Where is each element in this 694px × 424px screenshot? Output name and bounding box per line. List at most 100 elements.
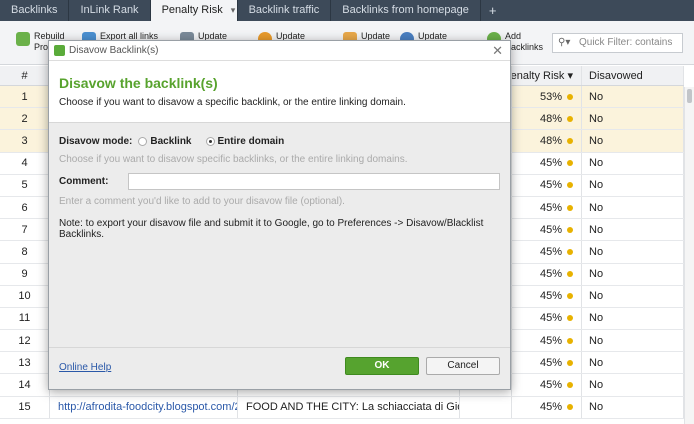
- risk-value: 53%: [539, 90, 562, 103]
- cell-num: 15: [0, 396, 50, 418]
- disavow-dialog: Disavow Backlink(s) ✕ Disavow the backli…: [48, 40, 511, 390]
- cell-disavowed: No: [582, 330, 684, 352]
- chevron-down-icon[interactable]: ▾: [231, 5, 236, 15]
- cell-url[interactable]: http://afrodita-foodcity.blogspot.com/20…: [50, 396, 238, 418]
- risk-dot-icon: [567, 359, 573, 366]
- quick-filter-input[interactable]: ⚲▾ Quick Filter: contains: [552, 33, 683, 53]
- cell-penalty-risk: 45%: [512, 196, 582, 219]
- comment-row: Comment:: [59, 173, 500, 190]
- tab-backlinks[interactable]: Backlinks: [0, 0, 70, 21]
- risk-dot-icon: [567, 337, 573, 344]
- online-help-link[interactable]: Online Help: [59, 362, 111, 373]
- risk-value: 45%: [539, 245, 562, 258]
- risk-value: 45%: [539, 401, 562, 414]
- vertical-scrollbar[interactable]: [684, 87, 694, 424]
- header-num[interactable]: #: [0, 66, 50, 85]
- cell-disavowed: No: [582, 108, 684, 130]
- dialog-heading: Disavow the backlink(s): [59, 75, 218, 91]
- cell-num: 3: [0, 130, 50, 152]
- cell-disavowed: No: [582, 263, 684, 285]
- cell-num: 9: [0, 263, 50, 285]
- risk-value: 45%: [539, 179, 562, 192]
- cell-penalty-risk: 45%: [512, 219, 582, 241]
- cell-penalty-risk: 45%: [512, 152, 582, 174]
- cell-num: 5: [0, 174, 50, 196]
- cell-penalty-risk: 45%: [512, 352, 582, 374]
- cell-disavowed: No: [582, 285, 684, 307]
- cell-penalty-risk: 45%: [512, 330, 582, 352]
- cancel-button[interactable]: Cancel: [426, 357, 500, 375]
- risk-dot-icon: [567, 293, 573, 300]
- radio-backlink[interactable]: [138, 136, 148, 146]
- mode-hint: Choose if you want to disavow specific b…: [59, 154, 408, 165]
- risk-value: 45%: [539, 157, 562, 170]
- cell-mid: [460, 396, 512, 418]
- ok-button[interactable]: OK: [345, 357, 419, 375]
- cell-disavowed: No: [582, 396, 684, 418]
- scrollbar-thumb[interactable]: [687, 89, 692, 103]
- cell-num: 14: [0, 374, 50, 396]
- cell-disavowed: No: [582, 196, 684, 219]
- radio-backlink-label[interactable]: Backlink: [150, 136, 191, 147]
- tab-backlink-traffic[interactable]: Backlink traffic: [238, 0, 332, 21]
- cell-disavowed: No: [582, 174, 684, 196]
- app-icon: [54, 45, 65, 56]
- risk-dot-icon: [567, 315, 573, 322]
- risk-dot-icon: [567, 93, 573, 100]
- risk-value: 45%: [539, 312, 562, 325]
- cell-num: 4: [0, 152, 50, 174]
- comment-label: Comment:: [59, 176, 109, 187]
- cell-disavowed: No: [582, 307, 684, 330]
- cell-disavowed: No: [582, 219, 684, 241]
- risk-dot-icon: [567, 404, 573, 411]
- tab-penalty-risk-label: Penalty Risk: [161, 4, 223, 16]
- quick-filter-placeholder: Quick Filter: contains: [579, 37, 673, 48]
- dialog-body: Disavow mode: Backlink Entire domain Cho…: [49, 123, 510, 240]
- tab-bar: Backlinks InLink Rank Penalty Risk ▾ Back…: [0, 0, 694, 21]
- tab-backlinks-from-homepage[interactable]: Backlinks from homepage: [331, 0, 481, 21]
- risk-dot-icon: [567, 137, 573, 144]
- cell-disavowed: No: [582, 152, 684, 174]
- tab-inlink-rank[interactable]: InLink Rank: [69, 0, 151, 21]
- disavow-mode-row: Disavow mode: Backlink Entire domain: [59, 134, 500, 148]
- header-disavowed[interactable]: Disavowed: [582, 66, 684, 85]
- risk-dot-icon: [567, 248, 573, 255]
- risk-dot-icon: [567, 160, 573, 167]
- risk-dot-icon: [567, 382, 573, 389]
- cell-num: 10: [0, 285, 50, 307]
- cell-num: 12: [0, 330, 50, 352]
- add-tab-icon[interactable]: +: [481, 0, 505, 21]
- cell-disavowed: No: [582, 352, 684, 374]
- header-penalty-risk[interactable]: Penalty Risk ▾: [512, 66, 582, 85]
- cell-penalty-risk: 53%: [512, 86, 582, 108]
- cell-penalty-risk: 45%: [512, 285, 582, 307]
- cell-penalty-risk: 45%: [512, 307, 582, 330]
- risk-value: 48%: [539, 134, 562, 147]
- radio-entire-domain-label[interactable]: Entire domain: [218, 136, 285, 147]
- risk-value: 45%: [539, 201, 562, 214]
- dialog-description: Choose if you want to disavow a specific…: [59, 97, 406, 108]
- risk-dot-icon: [567, 226, 573, 233]
- disavow-mode-label: Disavow mode:: [59, 135, 133, 147]
- cell-penalty-risk: 45%: [512, 396, 582, 418]
- risk-value: 45%: [539, 268, 562, 281]
- close-icon[interactable]: ✕: [492, 43, 503, 59]
- risk-value: 45%: [539, 379, 562, 392]
- comment-field[interactable]: [128, 173, 500, 190]
- cell-penalty-risk: 45%: [512, 241, 582, 263]
- cell-penalty-risk: 45%: [512, 374, 582, 396]
- radio-entire-domain[interactable]: [205, 136, 215, 146]
- risk-value: 45%: [539, 356, 562, 369]
- header-penalty-risk-label: Penalty Risk: [512, 69, 565, 82]
- cell-penalty-risk: 45%: [512, 263, 582, 285]
- risk-value: 48%: [539, 112, 562, 125]
- tab-penalty-risk[interactable]: Penalty Risk ▾: [150, 0, 238, 21]
- dialog-window-title: Disavow Backlink(s): [69, 45, 159, 56]
- table-row[interactable]: 15 http://afrodita-foodcity.blogspot.com/…: [0, 396, 684, 419]
- risk-dot-icon: [567, 271, 573, 278]
- comment-hint: Enter a comment you'd like to add to you…: [59, 196, 345, 207]
- risk-dot-icon: [567, 182, 573, 189]
- risk-dot-icon: [567, 115, 573, 122]
- refresh-icon: [16, 32, 30, 46]
- cell-num: 1: [0, 86, 50, 108]
